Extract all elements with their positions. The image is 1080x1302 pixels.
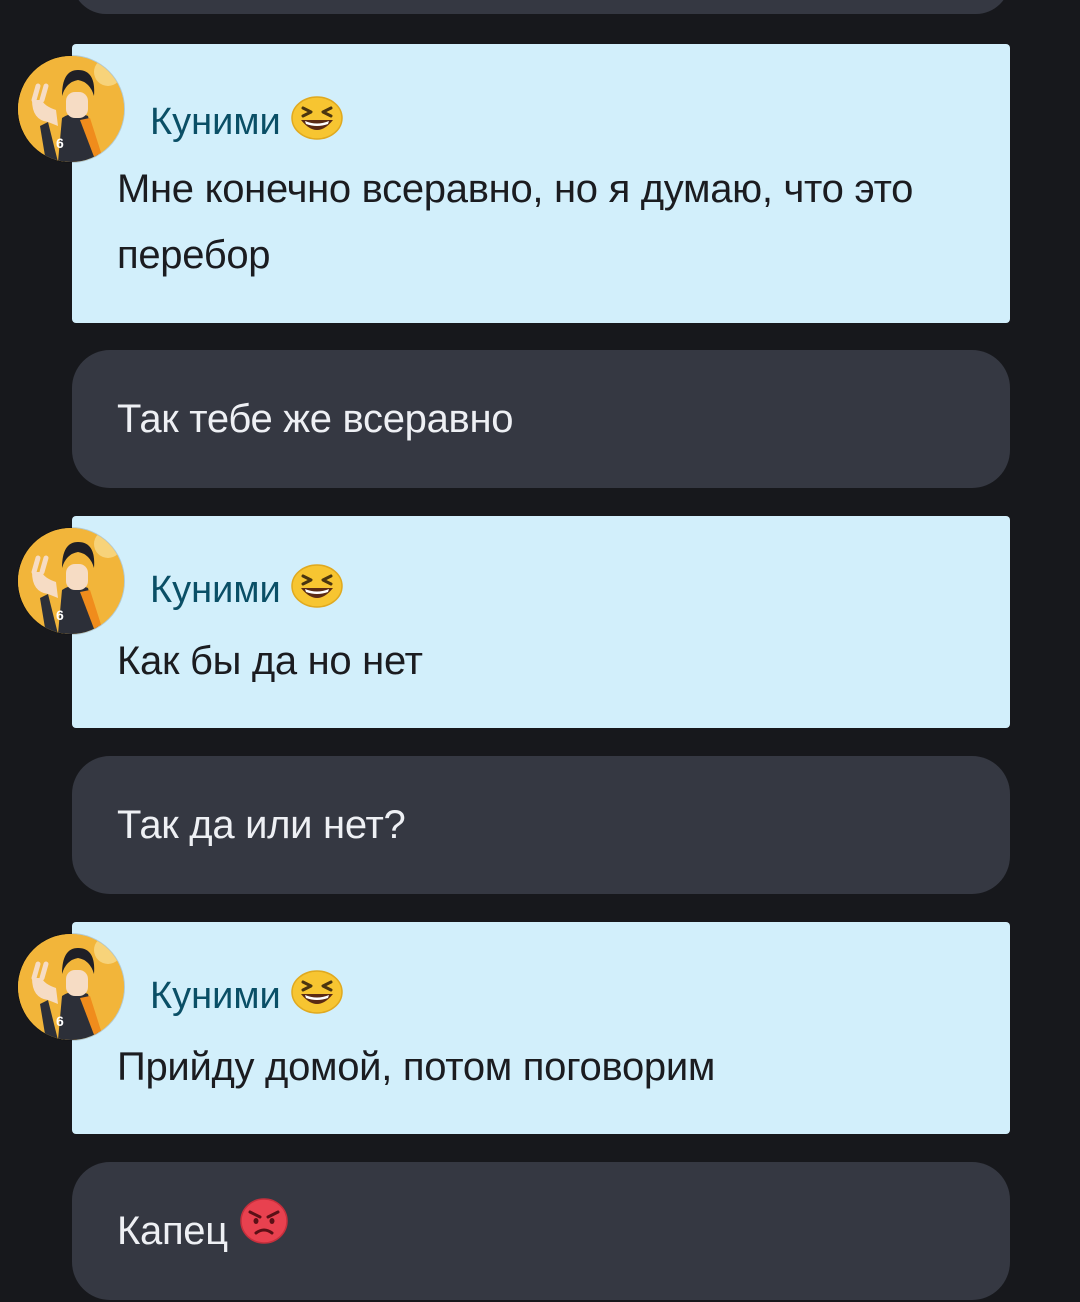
message-text: Прийду домой, потом поговорим [117,1045,716,1089]
sender-name: Куними [150,568,281,611]
sender-name-row: Куними [150,970,343,1021]
laughing-face-emoji-icon [290,970,343,1021]
sender-name: Куними [150,974,281,1017]
incoming-message-bubble[interactable]: Куними Мне конечно всеравно, но я думаю,… [72,44,1010,323]
message-text: Так тебе же всеравно [117,397,514,441]
message-text: Так да или нет? [117,803,406,847]
sender-name-row: Куними [150,564,343,615]
message-text: Капец [117,1209,228,1253]
incoming-message-bubble[interactable]: Куними Как бы да но нет [72,516,1010,728]
svg-text:6: 6 [56,607,64,623]
svg-text:6: 6 [56,1013,64,1029]
sender-name-row: Куними [150,96,343,147]
laughing-face-emoji-icon [290,564,343,615]
sender-name: Куними [150,100,281,143]
kunimi-avatar[interactable]: 6 [18,56,124,162]
incoming-message-bubble[interactable]: Куними Прийду домой, потом поговорим [72,922,1010,1134]
outgoing-message-bubble[interactable]: Так тебе же всеравно [72,350,1010,488]
message-text-row: Капец [117,1198,950,1264]
svg-text:6: 6 [56,135,64,151]
kunimi-avatar[interactable]: 6 [18,528,124,634]
message-text: Мне конечно всеравно, но я думаю, что эт… [117,167,914,277]
previous-message-bubble-partial [72,0,1010,14]
angry-face-emoji-icon [240,1198,288,1264]
kunimi-avatar[interactable]: 6 [18,934,124,1040]
outgoing-message-bubble[interactable]: Капец [72,1162,1010,1300]
message-text: Как бы да но нет [117,639,423,683]
outgoing-message-bubble[interactable]: Так да или нет? [72,756,1010,894]
laughing-face-emoji-icon [290,96,343,147]
